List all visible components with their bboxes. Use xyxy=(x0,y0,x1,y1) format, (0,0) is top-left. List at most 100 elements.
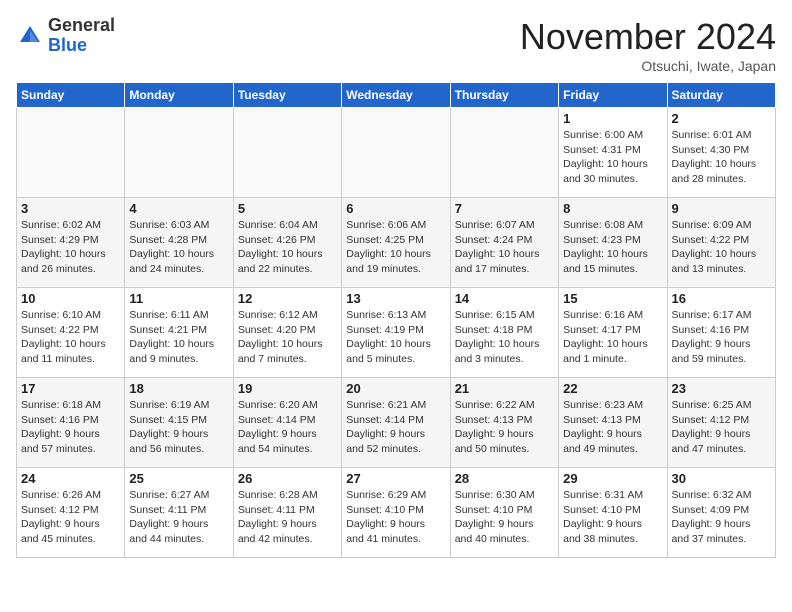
calendar-cell xyxy=(125,108,233,198)
week-row-3: 17 Sunrise: 6:18 AM Sunset: 4:16 PM Dayli… xyxy=(17,378,776,468)
day-info: Sunrise: 6:16 AM Sunset: 4:17 PM Dayligh… xyxy=(563,308,662,367)
calendar-body: 1 Sunrise: 6:00 AM Sunset: 4:31 PM Daylig… xyxy=(17,108,776,558)
day-info: Sunrise: 6:31 AM Sunset: 4:10 PM Dayligh… xyxy=(563,488,662,547)
calendar-cell: 30 Sunrise: 6:32 AM Sunset: 4:09 PM Dayli… xyxy=(667,468,775,558)
calendar-cell: 7 Sunrise: 6:07 AM Sunset: 4:24 PM Daylig… xyxy=(450,198,558,288)
logo-blue-text: Blue xyxy=(48,36,115,56)
day-number: 10 xyxy=(21,291,120,306)
day-info: Sunrise: 6:12 AM Sunset: 4:20 PM Dayligh… xyxy=(238,308,337,367)
month-title: November 2024 xyxy=(520,16,776,58)
day-info: Sunrise: 6:08 AM Sunset: 4:23 PM Dayligh… xyxy=(563,218,662,277)
logo-general-text: General xyxy=(48,16,115,36)
weekday-saturday: Saturday xyxy=(667,83,775,108)
logo: General Blue xyxy=(16,16,115,56)
location: Otsuchi, Iwate, Japan xyxy=(520,58,776,74)
day-number: 22 xyxy=(563,381,662,396)
day-info: Sunrise: 6:27 AM Sunset: 4:11 PM Dayligh… xyxy=(129,488,228,547)
day-number: 23 xyxy=(672,381,771,396)
calendar-cell xyxy=(233,108,341,198)
day-info: Sunrise: 6:13 AM Sunset: 4:19 PM Dayligh… xyxy=(346,308,445,367)
weekday-header: SundayMondayTuesdayWednesdayThursdayFrid… xyxy=(17,83,776,108)
day-number: 11 xyxy=(129,291,228,306)
day-number: 6 xyxy=(346,201,445,216)
day-number: 24 xyxy=(21,471,120,486)
day-number: 14 xyxy=(455,291,554,306)
day-info: Sunrise: 6:06 AM Sunset: 4:25 PM Dayligh… xyxy=(346,218,445,277)
calendar-cell: 18 Sunrise: 6:19 AM Sunset: 4:15 PM Dayli… xyxy=(125,378,233,468)
day-info: Sunrise: 6:26 AM Sunset: 4:12 PM Dayligh… xyxy=(21,488,120,547)
calendar-cell xyxy=(342,108,450,198)
calendar-cell: 2Sunrise: 6:01 AM Sunset: 4:30 PM Daylig… xyxy=(667,108,775,198)
day-info: Sunrise: 6:10 AM Sunset: 4:22 PM Dayligh… xyxy=(21,308,120,367)
calendar-cell: 12 Sunrise: 6:12 AM Sunset: 4:20 PM Dayli… xyxy=(233,288,341,378)
calendar-cell: 24 Sunrise: 6:26 AM Sunset: 4:12 PM Dayli… xyxy=(17,468,125,558)
day-number: 25 xyxy=(129,471,228,486)
day-number: 12 xyxy=(238,291,337,306)
day-number: 26 xyxy=(238,471,337,486)
calendar-cell: 29 Sunrise: 6:31 AM Sunset: 4:10 PM Dayli… xyxy=(559,468,667,558)
calendar-cell: 21 Sunrise: 6:22 AM Sunset: 4:13 PM Dayli… xyxy=(450,378,558,468)
logo-text: General Blue xyxy=(48,16,115,56)
calendar-cell: 22 Sunrise: 6:23 AM Sunset: 4:13 PM Dayli… xyxy=(559,378,667,468)
day-number: 29 xyxy=(563,471,662,486)
week-row-4: 24 Sunrise: 6:26 AM Sunset: 4:12 PM Dayli… xyxy=(17,468,776,558)
week-row-0: 1 Sunrise: 6:00 AM Sunset: 4:31 PM Daylig… xyxy=(17,108,776,198)
weekday-friday: Friday xyxy=(559,83,667,108)
day-info: Sunrise: 6:30 AM Sunset: 4:10 PM Dayligh… xyxy=(455,488,554,547)
day-number: 30 xyxy=(672,471,771,486)
day-number: 18 xyxy=(129,381,228,396)
header: General Blue November 2024 Otsuchi, Iwat… xyxy=(16,16,776,74)
day-number: 3 xyxy=(21,201,120,216)
day-info: Sunrise: 6:19 AM Sunset: 4:15 PM Dayligh… xyxy=(129,398,228,457)
day-info: Sunrise: 6:01 AM Sunset: 4:30 PM Dayligh… xyxy=(672,128,771,187)
weekday-monday: Monday xyxy=(125,83,233,108)
day-info: Sunrise: 6:17 AM Sunset: 4:16 PM Dayligh… xyxy=(672,308,771,367)
calendar-cell: 17 Sunrise: 6:18 AM Sunset: 4:16 PM Dayli… xyxy=(17,378,125,468)
calendar-cell: 11 Sunrise: 6:11 AM Sunset: 4:21 PM Dayli… xyxy=(125,288,233,378)
day-number: 1 xyxy=(563,111,662,126)
calendar-cell: 5Sunrise: 6:04 AM Sunset: 4:26 PM Daylig… xyxy=(233,198,341,288)
weekday-tuesday: Tuesday xyxy=(233,83,341,108)
day-info: Sunrise: 6:21 AM Sunset: 4:14 PM Dayligh… xyxy=(346,398,445,457)
calendar-cell: 4Sunrise: 6:03 AM Sunset: 4:28 PM Daylig… xyxy=(125,198,233,288)
calendar-cell: 13 Sunrise: 6:13 AM Sunset: 4:19 PM Dayli… xyxy=(342,288,450,378)
day-number: 5 xyxy=(238,201,337,216)
day-info: Sunrise: 6:02 AM Sunset: 4:29 PM Dayligh… xyxy=(21,218,120,277)
day-number: 21 xyxy=(455,381,554,396)
day-number: 27 xyxy=(346,471,445,486)
day-info: Sunrise: 6:18 AM Sunset: 4:16 PM Dayligh… xyxy=(21,398,120,457)
day-info: Sunrise: 6:07 AM Sunset: 4:24 PM Dayligh… xyxy=(455,218,554,277)
week-row-2: 10 Sunrise: 6:10 AM Sunset: 4:22 PM Dayli… xyxy=(17,288,776,378)
calendar-cell: 26 Sunrise: 6:28 AM Sunset: 4:11 PM Dayli… xyxy=(233,468,341,558)
weekday-sunday: Sunday xyxy=(17,83,125,108)
calendar-cell: 8 Sunrise: 6:08 AM Sunset: 4:23 PM Daylig… xyxy=(559,198,667,288)
calendar-cell: 27 Sunrise: 6:29 AM Sunset: 4:10 PM Dayli… xyxy=(342,468,450,558)
day-info: Sunrise: 6:22 AM Sunset: 4:13 PM Dayligh… xyxy=(455,398,554,457)
logo-icon xyxy=(16,22,44,50)
day-number: 7 xyxy=(455,201,554,216)
day-info: Sunrise: 6:09 AM Sunset: 4:22 PM Dayligh… xyxy=(672,218,771,277)
day-number: 13 xyxy=(346,291,445,306)
calendar-cell: 16Sunrise: 6:17 AM Sunset: 4:16 PM Dayli… xyxy=(667,288,775,378)
day-info: Sunrise: 6:20 AM Sunset: 4:14 PM Dayligh… xyxy=(238,398,337,457)
day-number: 20 xyxy=(346,381,445,396)
calendar-cell: 25 Sunrise: 6:27 AM Sunset: 4:11 PM Dayli… xyxy=(125,468,233,558)
day-info: Sunrise: 6:00 AM Sunset: 4:31 PM Dayligh… xyxy=(563,128,662,187)
calendar-cell: 9Sunrise: 6:09 AM Sunset: 4:22 PM Daylig… xyxy=(667,198,775,288)
day-info: Sunrise: 6:11 AM Sunset: 4:21 PM Dayligh… xyxy=(129,308,228,367)
day-info: Sunrise: 6:29 AM Sunset: 4:10 PM Dayligh… xyxy=(346,488,445,547)
day-info: Sunrise: 6:32 AM Sunset: 4:09 PM Dayligh… xyxy=(672,488,771,547)
day-number: 8 xyxy=(563,201,662,216)
day-info: Sunrise: 6:25 AM Sunset: 4:12 PM Dayligh… xyxy=(672,398,771,457)
title-area: November 2024 Otsuchi, Iwate, Japan xyxy=(520,16,776,74)
day-number: 4 xyxy=(129,201,228,216)
calendar-cell: 28Sunrise: 6:30 AM Sunset: 4:10 PM Dayli… xyxy=(450,468,558,558)
day-info: Sunrise: 6:23 AM Sunset: 4:13 PM Dayligh… xyxy=(563,398,662,457)
calendar-cell: 19Sunrise: 6:20 AM Sunset: 4:14 PM Dayli… xyxy=(233,378,341,468)
day-info: Sunrise: 6:28 AM Sunset: 4:11 PM Dayligh… xyxy=(238,488,337,547)
day-info: Sunrise: 6:15 AM Sunset: 4:18 PM Dayligh… xyxy=(455,308,554,367)
calendar-cell: 10 Sunrise: 6:10 AM Sunset: 4:22 PM Dayli… xyxy=(17,288,125,378)
calendar-cell: 23 Sunrise: 6:25 AM Sunset: 4:12 PM Dayli… xyxy=(667,378,775,468)
day-number: 17 xyxy=(21,381,120,396)
calendar: SundayMondayTuesdayWednesdayThursdayFrid… xyxy=(16,82,776,558)
